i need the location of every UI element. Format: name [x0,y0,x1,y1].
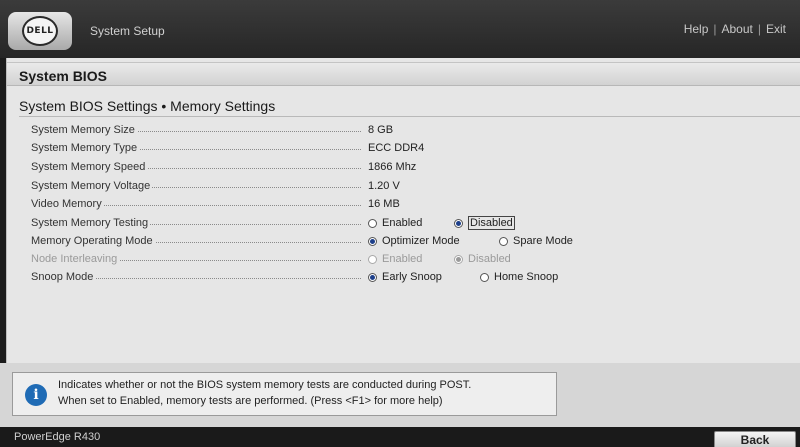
section-title: System BIOS [19,68,107,84]
setting-value: 1866 Mhz [368,161,417,173]
option-label-focused: Disabled [468,216,515,230]
top-links: Help | About | Exit [684,22,786,36]
page-title: System BIOS Settings • Memory Settings [19,98,276,114]
setting-row-memory-type: System Memory Type ECC DDR4 [7,140,800,158]
radio-unselected-icon [368,255,377,264]
radio-selected-icon [368,273,377,282]
dell-logo: DELL [22,16,58,46]
exit-link[interactable]: Exit [766,22,786,36]
option-label: Early Snoop [382,271,442,283]
option-label: Disabled [468,253,511,265]
radio-unselected-icon [368,219,377,228]
link-separator: | [757,22,761,36]
setting-label: System Memory Size [31,124,137,136]
setting-label: System Memory Speed [31,161,148,173]
help-link[interactable]: Help [684,22,709,36]
option-label: Enabled [382,253,423,265]
option-label: Home Snoop [494,271,559,283]
setting-row-memory-size: System Memory Size 8 GB [7,122,800,140]
setting-row-memory-speed: System Memory Speed 1866 Mhz [7,159,800,177]
info-icon: i [25,384,47,406]
option-label: Spare Mode [513,235,573,247]
setting-row-snoop-mode: Snoop Mode Early Snoop Home Snoop [7,269,800,287]
setting-label: System Memory Testing [31,217,151,229]
setting-row-memory-testing: System Memory Testing Enabled Disabled [7,215,800,233]
setting-row-memory-voltage: System Memory Voltage 1.20 V [7,178,800,196]
radio-selected-icon [368,237,377,246]
option-label: Optimizer Mode [382,235,460,247]
settings-panel: System BIOS System BIOS Settings • Memor… [6,58,800,363]
option-label: Enabled [382,217,423,229]
title-divider [19,116,800,117]
about-link[interactable]: About [722,22,753,36]
system-model: PowerEdge R430 [14,431,101,443]
dell-logo-badge: DELL [8,12,72,50]
help-text-line: Indicates whether or not the BIOS system… [58,379,472,391]
help-area: i Indicates whether or not the BIOS syst… [0,363,800,427]
setting-label: Memory Operating Mode [31,235,155,247]
setting-label: Snoop Mode [31,271,96,283]
radio-selected-icon [454,255,463,264]
back-button[interactable]: Back [714,431,796,447]
setting-value: 16 MB [368,198,400,210]
setting-row-node-interleaving: Node Interleaving Enabled Disabled [7,251,800,269]
top-bar: DELL System Setup Help | About | Exit [0,0,800,58]
radio-unselected-icon [499,237,508,246]
radio-unselected-icon [480,273,489,282]
setting-label: System Memory Voltage [31,180,153,192]
app-title: System Setup [90,24,165,38]
help-text-box: i Indicates whether or not the BIOS syst… [12,372,557,416]
setting-value: 1.20 V [368,180,400,192]
setting-label: Video Memory [31,198,104,210]
setting-row-video-memory: Video Memory 16 MB [7,196,800,214]
setting-value: ECC DDR4 [368,142,425,154]
setting-label: System Memory Type [31,142,140,154]
radio-selected-icon [454,219,463,228]
setting-label: Node Interleaving [31,253,120,265]
section-header: System BIOS [7,62,800,86]
setting-value: 8 GB [368,124,394,136]
help-text-line: When set to Enabled, memory tests are pe… [58,395,443,407]
setting-row-operating-mode: Memory Operating Mode Optimizer Mode Spa… [7,233,800,251]
link-separator: | [713,22,717,36]
footer-bar: PowerEdge R430 Back [0,427,800,447]
